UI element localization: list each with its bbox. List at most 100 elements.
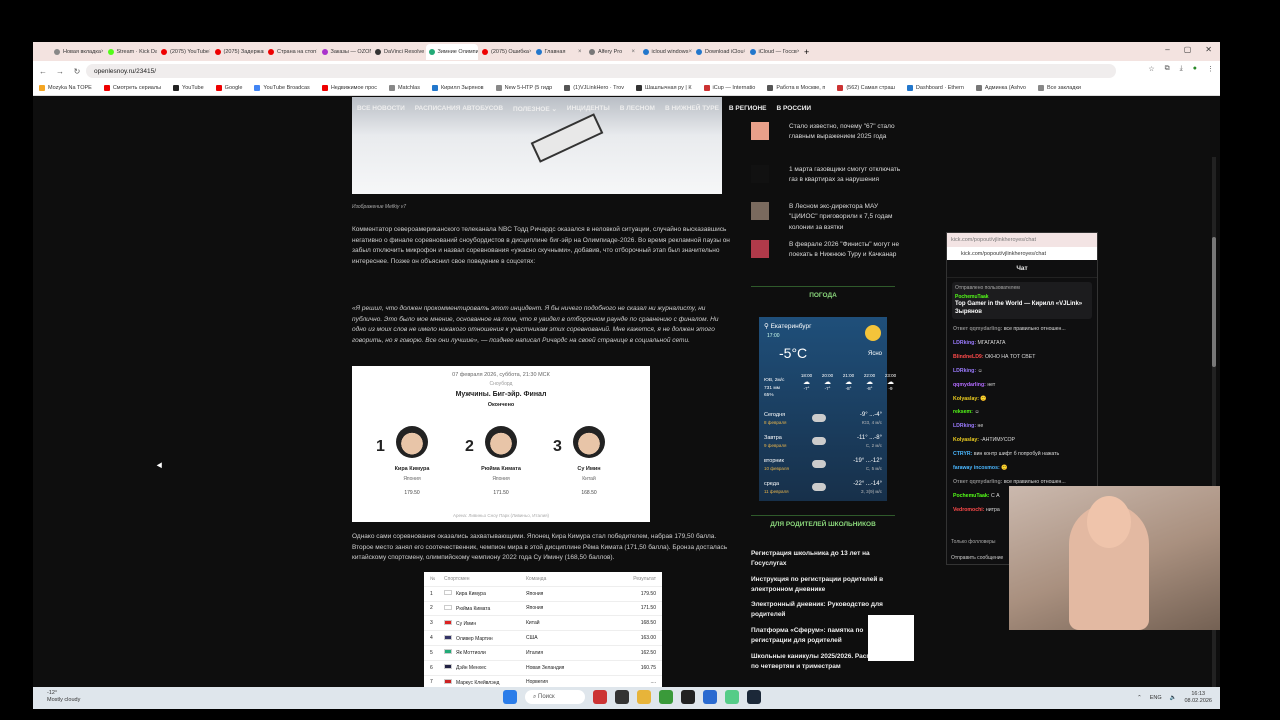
chat-username[interactable]: Vedromochi: — [953, 507, 984, 513]
bookmark-item[interactable]: (562) Самая страш — [837, 85, 895, 91]
browser-tab[interactable]: Заказы — OZON × — [319, 44, 371, 60]
nav-item[interactable]: ВСЕ НОВОСТИ — [357, 105, 405, 112]
tab-close-icon[interactable]: × — [797, 49, 799, 55]
app-icon[interactable] — [703, 690, 717, 704]
nav-item[interactable]: В РЕГИОНЕ — [729, 105, 767, 112]
nav-item[interactable]: ИНЦИДЕНТЫ — [567, 105, 610, 112]
chat-username[interactable]: LDRking: — [953, 368, 976, 374]
sidebar-news-item[interactable]: В Лесном экс-директора МАУ "ЦИИОС" приго… — [751, 202, 901, 233]
browser-tab[interactable]: icloud windows × — [640, 44, 692, 60]
nav-item[interactable]: В НИЖНЕЙ ТУРЕ — [665, 105, 719, 112]
nav-item[interactable]: В РОССИИ — [777, 105, 812, 112]
chat-username[interactable]: qqmydarling: — [953, 382, 986, 388]
browser-tab[interactable]: Главная × — [533, 44, 585, 60]
language-indicator[interactable]: ENG — [1150, 695, 1162, 701]
browser-tab[interactable]: Страна на стоп× — [265, 44, 317, 60]
chat-username[interactable]: Ответ qqmydarling: — [953, 479, 1002, 485]
tab-close-icon[interactable]: × — [689, 49, 692, 55]
bookmark-item[interactable]: Все закладки — [1037, 85, 1081, 91]
wind: ЮВ, 2м/с — [764, 378, 785, 383]
star-icon[interactable]: ☆ — [1148, 65, 1154, 73]
steam-icon[interactable] — [747, 690, 761, 704]
bookmark-item[interactable]: Смотреть сериалы — [103, 85, 161, 91]
chat-username[interactable]: LDRking: — [953, 423, 976, 429]
new-tab-icon[interactable]: + — [804, 47, 809, 57]
close-icon[interactable]: ✕ — [1205, 45, 1212, 54]
bookmark-item[interactable]: Работа в Москве, п — [767, 85, 825, 91]
bookmark-icon — [173, 85, 180, 91]
browser-tab[interactable]: Alfery Pro × — [586, 44, 638, 60]
app-icon[interactable] — [593, 690, 607, 704]
back-icon[interactable]: ← — [36, 67, 50, 76]
tab-close-icon[interactable]: × — [631, 49, 635, 55]
task-view-icon[interactable] — [615, 690, 629, 704]
nav-item[interactable]: В ЛЕСНОМ — [620, 105, 655, 112]
browser-tab[interactable]: (2075) Задержан × — [212, 44, 264, 60]
bookmark-item[interactable]: Dashboard · Ethern — [906, 85, 964, 91]
browser-tab[interactable]: Stream · Kick Da× — [105, 44, 157, 60]
clock[interactable]: 16:13 08.02.2026 — [1184, 691, 1212, 705]
chat-username[interactable]: reksem: — [953, 409, 973, 415]
bookmark-item[interactable]: YouTube — [173, 85, 204, 91]
sidebar-news-item[interactable]: 1 марта газовщики смогут отключать газ в… — [751, 165, 901, 186]
explorer-icon[interactable] — [637, 690, 651, 704]
chat-username[interactable]: BlindneLD9: — [953, 354, 984, 360]
chat-username[interactable]: CTRYR: — [953, 451, 972, 457]
sidebar-news-item[interactable]: Стало известно, почему "67" стало главны… — [751, 122, 901, 143]
browser-tab[interactable]: DaVinci Resolve× — [372, 44, 424, 60]
chrome-icon[interactable] — [659, 690, 673, 704]
taskbar-weather[interactable]: -12° Mostly cloudy — [47, 690, 80, 704]
sidebar-news-item[interactable]: В феврале 2026 "Финисты" могут не поехат… — [751, 240, 901, 261]
chat-username[interactable]: Kolyaslay: — [953, 396, 979, 402]
send-message-input[interactable]: Отправить сообщение — [951, 555, 1011, 561]
start-icon[interactable] — [503, 690, 517, 704]
tab-close-icon[interactable]: × — [101, 49, 103, 55]
tab-close-icon[interactable]: × — [209, 49, 210, 55]
reload-icon[interactable]: ↻ — [70, 67, 84, 76]
extensions-icon[interactable]: ⧉ — [1165, 65, 1170, 73]
site-nav: ВСЕ НОВОСТИ РАСПИСАНИЯ АВТОБУСОВ ПОЛЕЗНОЕ … — [351, 97, 896, 120]
bookmark-item[interactable]: YouTube Broadcas — [254, 85, 310, 91]
chat-username[interactable]: PochemuTaak: — [953, 493, 990, 499]
chat-username[interactable]: LDRking: — [953, 340, 976, 346]
taskbar-search[interactable]: ⌕ Поиск — [525, 690, 585, 704]
parents-link[interactable]: Инструкция по регистрации родителей в эл… — [751, 575, 901, 596]
download-icon[interactable]: ⤓ — [1180, 65, 1183, 73]
forward-icon[interactable]: → — [53, 67, 67, 76]
maximize-icon[interactable]: ▢ — [1184, 45, 1192, 54]
tab-close-icon[interactable]: × — [529, 49, 531, 55]
tray-chevron-icon[interactable]: ⌃ — [1137, 695, 1142, 701]
tab-close-icon[interactable]: × — [578, 49, 582, 55]
browser-tab[interactable]: (2075) YouTube× — [158, 44, 210, 60]
bookmark-item[interactable]: Недвижимое прос — [321, 85, 377, 91]
volume-icon[interactable]: 🔈 — [1170, 695, 1177, 701]
bookmark-item[interactable]: Кирилл Зырянов — [431, 85, 484, 91]
bookmark-item[interactable]: (1)VJLinkHero · Trov — [564, 85, 624, 91]
nav-item[interactable]: ПОЛЕЗНОЕ ⌄ — [513, 105, 557, 113]
browser-tab[interactable]: iCloud — Госсв× — [747, 44, 799, 60]
profile-icon[interactable]: ● — [1193, 65, 1197, 73]
browser-tab[interactable]: Download iClou× — [693, 44, 745, 60]
menu-icon[interactable]: ⋮ — [1207, 65, 1214, 73]
browser-tab[interactable]: (2075) Ошибка × — [479, 44, 531, 60]
url-input[interactable]: openlesnoy.ru/23415/ — [86, 64, 1116, 78]
chat-username[interactable]: Ответ qqmydarling: — [953, 326, 1002, 332]
minimize-icon[interactable]: – — [1165, 45, 1169, 54]
bookmark-item[interactable]: Шашлычная ру | К — [635, 85, 692, 91]
bookmark-item[interactable]: iCup — Internatio — [703, 85, 755, 91]
chat-username[interactable]: Kolyaslay: — [953, 437, 979, 443]
bookmark-item[interactable]: New 5-HTP (5 гидр — [495, 85, 552, 91]
browser-tab[interactable]: Зимние Олимпи× — [425, 43, 478, 60]
bookmark-item[interactable]: Mozyka Na TOPE — [39, 85, 92, 91]
tab-close-icon[interactable]: × — [744, 49, 745, 55]
app-icon[interactable] — [681, 690, 695, 704]
bookmark-item[interactable]: Админка (Ashvo — [975, 85, 1026, 91]
chat-username[interactable]: faraway incosmos: — [953, 465, 1000, 471]
parents-link[interactable]: Регистрация школьника до 13 лет на Госус… — [751, 549, 901, 570]
bookmark-item[interactable]: Matchlas — [388, 85, 420, 91]
bookmark-item[interactable]: Google — [215, 85, 242, 91]
browser-tab[interactable]: Новая вкладка × — [51, 44, 103, 60]
app-icon[interactable] — [725, 690, 739, 704]
nav-item[interactable]: РАСПИСАНИЯ АВТОБУСОВ — [415, 105, 503, 112]
tab-close-icon[interactable]: × — [316, 49, 317, 55]
